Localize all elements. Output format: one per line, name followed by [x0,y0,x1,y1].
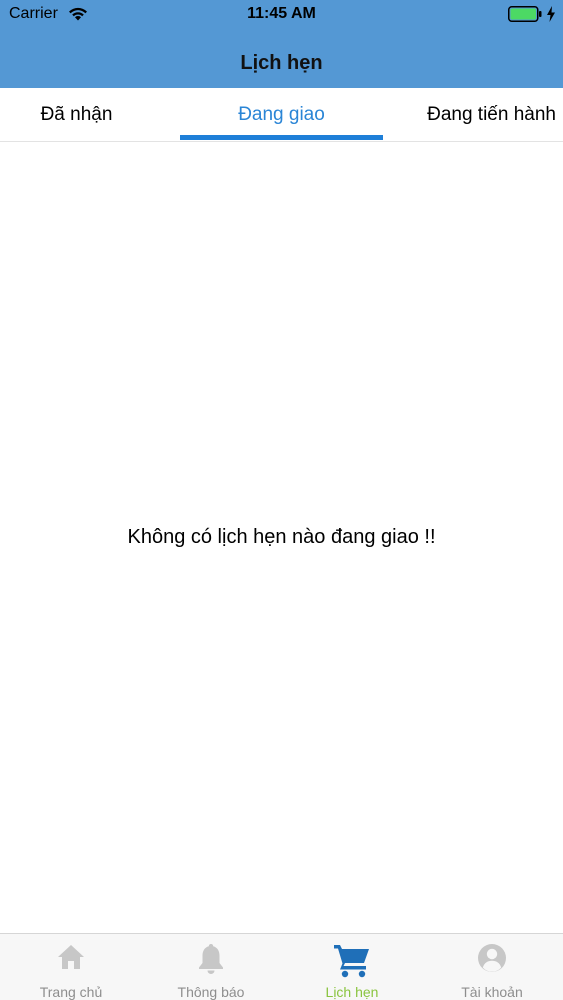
segment-tabs: Đã nhận Đang giao Đang tiến hành [0,88,563,142]
tabbar-label-notifications: Thông báo [177,984,245,1000]
bell-icon [199,944,223,974]
clock: 11:45 AM [247,5,316,22]
cart-icon [334,945,369,978]
tab-in-progress[interactable]: Đang tiến hành [383,88,563,141]
tabbar-item-account[interactable]: Tài khoản [422,934,562,1000]
screen: Carrier 11:45 AM Lịch hẹn Đã nhận Đang g… [0,0,563,1000]
battery-icon [508,6,542,22]
status-bar: Carrier 11:45 AM [0,0,563,30]
active-tab-indicator [180,135,383,140]
home-icon [58,945,84,969]
account-icon [478,944,506,972]
empty-state-message: Không có lịch hẹn nào đang giao !! [127,526,436,548]
tab-delivering[interactable]: Đang giao [180,88,383,141]
tab-received[interactable]: Đã nhận [0,88,178,141]
tabbar-item-notifications[interactable]: Thông báo [141,934,281,1000]
tabbar-item-appointments[interactable]: Lịch hẹn [282,934,422,1000]
tabbar-item-home[interactable]: Trang chủ [1,934,141,1000]
tabbar-label-appointments: Lịch hẹn [325,984,379,1000]
charging-bolt-icon [547,6,555,22]
page-title: Lịch hẹn [240,52,323,74]
tabbar-label-home: Trang chủ [39,984,103,1000]
bottom-tab-bar: Trang chủ Thông báo Lịch hẹn Tài khoản [0,933,563,1000]
tabbar-label-account: Tài khoản [461,984,523,1000]
header: Carrier 11:45 AM Lịch hẹn [0,0,563,88]
